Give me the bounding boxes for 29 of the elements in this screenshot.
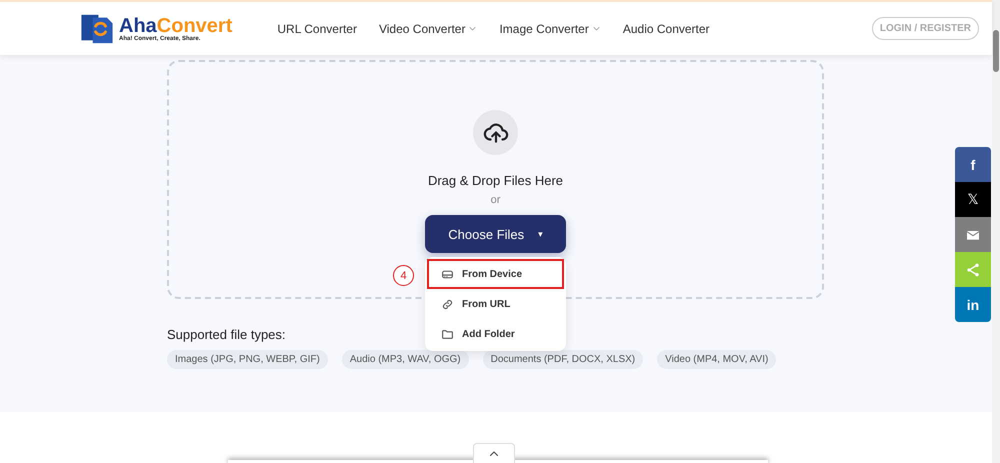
chevron-down-icon xyxy=(592,24,601,33)
file-type-tag: Documents (PDF, DOCX, XLSX) xyxy=(482,350,644,369)
email-share-button[interactable] xyxy=(955,217,991,252)
choose-files-button[interactable]: Choose Files ▾ xyxy=(425,215,566,253)
link-icon xyxy=(441,298,454,310)
drop-prompt: Drag & Drop Files Here xyxy=(428,173,564,188)
menu-item[interactable]: From Device xyxy=(427,259,564,289)
scrollbar[interactable] xyxy=(992,0,1000,463)
supported-types-label: Supported file types: xyxy=(167,327,286,342)
x-share-button[interactable]: 𝕏 xyxy=(955,182,991,217)
nav-link[interactable]: Image Converter xyxy=(499,22,601,36)
step-number-marker: 4 xyxy=(393,265,414,286)
nav-link[interactable]: URL Converter xyxy=(277,22,357,36)
linkedin-share-button[interactable]: in xyxy=(955,287,991,322)
share-share-button[interactable] xyxy=(955,252,991,287)
chevron-down-icon xyxy=(468,24,478,33)
share-icon xyxy=(965,262,981,278)
drive-icon xyxy=(441,268,454,280)
file-type-tag: Audio (MP3, WAV, OGG) xyxy=(342,350,469,369)
file-type-tag: Images (JPG, PNG, WEBP, GIF) xyxy=(167,350,328,369)
folder-icon xyxy=(441,328,454,340)
menu-item[interactable]: Add Folder xyxy=(427,319,564,349)
file-type-tag: Video (MP4, MOV, AVI) xyxy=(657,350,776,369)
nav-link[interactable]: Video Converter xyxy=(378,22,478,36)
menu-item[interactable]: From URL xyxy=(427,289,564,319)
nav-link[interactable]: Audio Converter xyxy=(622,22,710,36)
or-text: or xyxy=(490,194,500,206)
facebook-share-button[interactable]: f xyxy=(955,147,991,182)
logo-wordmark: AhaConvert xyxy=(119,16,232,36)
